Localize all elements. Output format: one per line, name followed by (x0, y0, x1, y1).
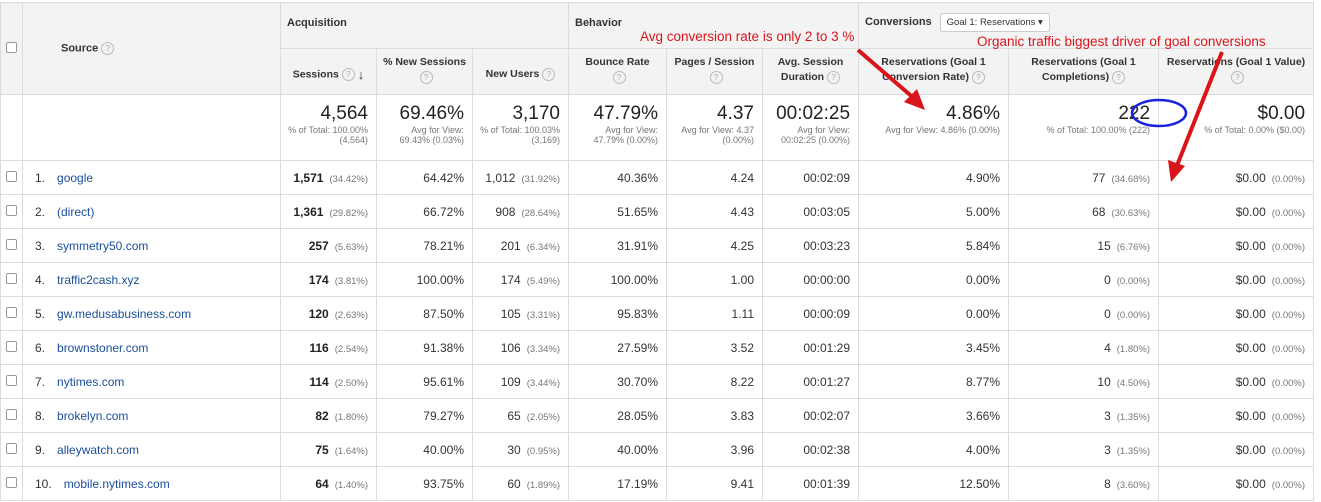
arrow-line (1174, 51, 1224, 169)
highlight-circle (1130, 98, 1188, 128)
report-wrapper: Source? Acquisition Behavior Conversions… (0, 0, 1321, 502)
annotation-overlay (856, 48, 1224, 182)
annotation-text: Avg conversion rate is only 2 to 3 % (640, 29, 855, 44)
arrow-line (856, 48, 918, 102)
annotation-text: Organic traffic biggest driver of goal c… (977, 34, 1266, 49)
arrow-head (1168, 160, 1185, 182)
